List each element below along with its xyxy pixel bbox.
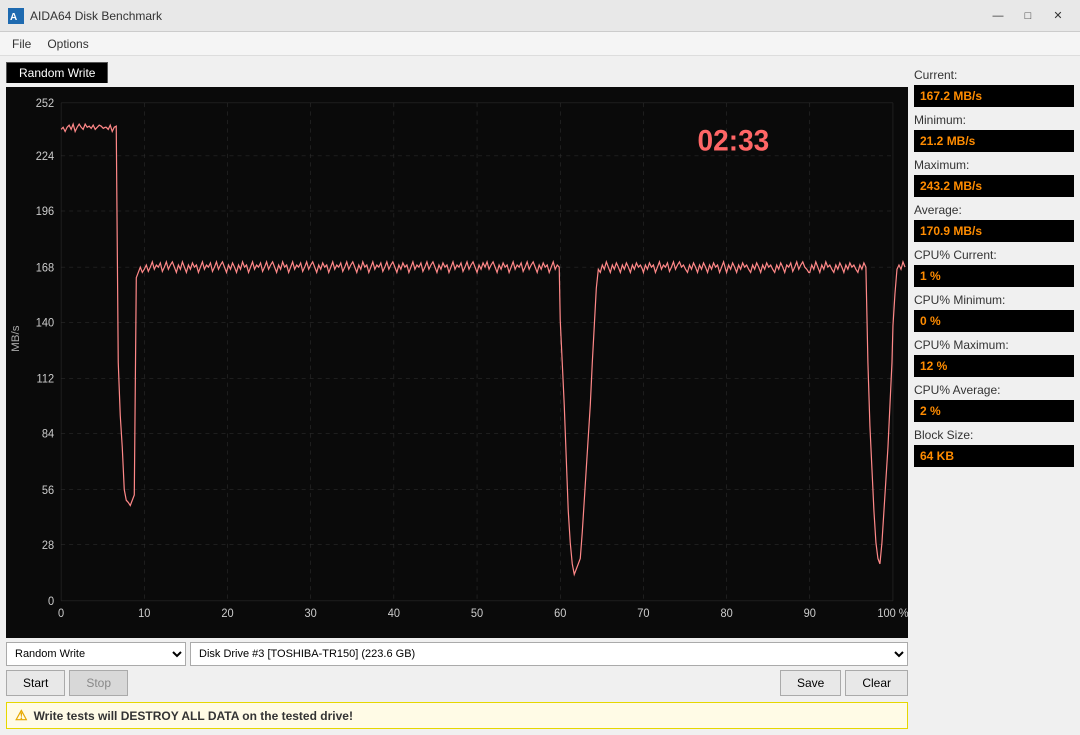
svg-text:28: 28 bbox=[42, 540, 54, 552]
svg-text:196: 196 bbox=[36, 206, 54, 218]
cpu-average-label: CPU% Average: bbox=[914, 383, 1074, 397]
cpu-minimum-value: 0 % bbox=[914, 310, 1074, 332]
tab-bar: Random Write bbox=[6, 62, 908, 83]
average-label: Average: bbox=[914, 203, 1074, 217]
cpu-maximum-label: CPU% Maximum: bbox=[914, 338, 1074, 352]
svg-text:80: 80 bbox=[720, 608, 732, 620]
window-controls: — □ ✕ bbox=[984, 6, 1072, 26]
maximize-button[interactable]: □ bbox=[1014, 6, 1042, 26]
titlebar: A AIDA64 Disk Benchmark — □ ✕ bbox=[0, 0, 1080, 32]
cpu-average-value: 2 % bbox=[914, 400, 1074, 422]
menu-options[interactable]: Options bbox=[39, 35, 96, 53]
svg-text:56: 56 bbox=[42, 485, 54, 497]
current-label: Current: bbox=[914, 68, 1074, 82]
cpu-current-value: 1 % bbox=[914, 265, 1074, 287]
stop-button[interactable]: Stop bbox=[69, 670, 128, 696]
minimum-value: 21.2 MB/s bbox=[914, 130, 1074, 152]
menu-file[interactable]: File bbox=[4, 35, 39, 53]
minimum-label: Minimum: bbox=[914, 113, 1074, 127]
svg-text:20: 20 bbox=[221, 608, 233, 620]
warning-bar: ⚠ Write tests will DESTROY ALL DATA on t… bbox=[6, 702, 908, 729]
svg-text:112: 112 bbox=[37, 373, 55, 385]
main-content: Random Write bbox=[0, 56, 1080, 735]
save-button[interactable]: Save bbox=[780, 670, 841, 696]
block-size-value: 64 KB bbox=[914, 445, 1074, 467]
svg-text:84: 84 bbox=[42, 428, 54, 440]
maximum-value: 243.2 MB/s bbox=[914, 175, 1074, 197]
svg-text:90: 90 bbox=[804, 608, 816, 620]
block-size-label: Block Size: bbox=[914, 428, 1074, 442]
right-panel: Current: 167.2 MB/s Minimum: 21.2 MB/s M… bbox=[914, 62, 1074, 729]
chart-container: 0 28 56 84 112 140 168 196 224 252 MB/s … bbox=[6, 87, 908, 638]
cpu-maximum-value: 12 % bbox=[914, 355, 1074, 377]
maximum-label: Maximum: bbox=[914, 158, 1074, 172]
cpu-minimum-label: CPU% Minimum: bbox=[914, 293, 1074, 307]
svg-text:224: 224 bbox=[36, 151, 54, 163]
app-icon: A bbox=[8, 8, 24, 24]
svg-text:30: 30 bbox=[305, 608, 317, 620]
test-type-dropdown[interactable]: Random Write bbox=[6, 642, 186, 666]
tab-random-write[interactable]: Random Write bbox=[6, 62, 108, 83]
close-button[interactable]: ✕ bbox=[1044, 6, 1072, 26]
cpu-current-label: CPU% Current: bbox=[914, 248, 1074, 262]
average-value: 170.9 MB/s bbox=[914, 220, 1074, 242]
svg-text:0: 0 bbox=[58, 608, 64, 620]
current-value: 167.2 MB/s bbox=[914, 85, 1074, 107]
start-button[interactable]: Start bbox=[6, 670, 65, 696]
controls-row: Random Write Disk Drive #3 [TOSHIBA-TR15… bbox=[6, 642, 908, 666]
svg-text:252: 252 bbox=[36, 98, 54, 110]
clear-button[interactable]: Clear bbox=[845, 670, 908, 696]
svg-text:0: 0 bbox=[48, 596, 54, 608]
svg-text:140: 140 bbox=[36, 317, 54, 329]
warning-icon: ⚠ bbox=[15, 707, 28, 724]
svg-text:02:33: 02:33 bbox=[698, 125, 770, 158]
svg-text:70: 70 bbox=[637, 608, 649, 620]
warning-text: Write tests will DESTROY ALL DATA on the… bbox=[34, 709, 353, 723]
titlebar-title: AIDA64 Disk Benchmark bbox=[30, 9, 984, 23]
svg-text:40: 40 bbox=[388, 608, 400, 620]
svg-text:60: 60 bbox=[554, 608, 566, 620]
chart-svg: 0 28 56 84 112 140 168 196 224 252 MB/s … bbox=[6, 87, 908, 638]
svg-text:168: 168 bbox=[36, 262, 54, 274]
minimize-button[interactable]: — bbox=[984, 6, 1012, 26]
menubar: File Options bbox=[0, 32, 1080, 56]
left-panel: Random Write bbox=[6, 62, 908, 729]
svg-text:A: A bbox=[10, 12, 17, 23]
svg-text:10: 10 bbox=[138, 608, 150, 620]
svg-text:MB/s: MB/s bbox=[10, 325, 22, 352]
action-buttons: Start Stop Save Clear bbox=[6, 670, 908, 698]
svg-text:100 %: 100 % bbox=[877, 608, 908, 620]
drive-dropdown[interactable]: Disk Drive #3 [TOSHIBA-TR150] (223.6 GB) bbox=[190, 642, 908, 666]
svg-text:50: 50 bbox=[471, 608, 483, 620]
